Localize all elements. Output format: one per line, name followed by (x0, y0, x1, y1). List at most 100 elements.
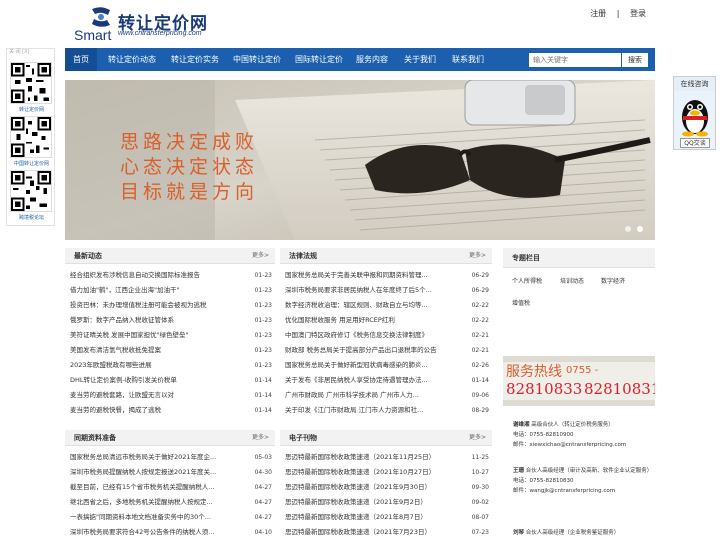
list-item[interactable]: 思迈特最新国际税收政策速递（2021年9月30日） 09-30 (280, 480, 492, 495)
list-item[interactable]: 广州市财政局 广州市科学技术局 广州市人力... 09-06 (280, 388, 492, 403)
contact-card: 刘琴 合伙人高级经理（企业税务鉴证服务） (513, 528, 653, 538)
qq-penguin-icon[interactable] (679, 93, 711, 137)
laws-panel-title: 法律法规 (289, 252, 317, 260)
list-item[interactable]: 俄罗斯：数字产品纳入税收征管体系 01-23 (65, 313, 275, 328)
list-item[interactable]: 美符证晴关税 发展中国家担忧"绿色壁垒" 01-23 (65, 328, 275, 343)
list-item[interactable]: 麦当劳的避税套路，让欧盟无言以对 01-14 (65, 388, 275, 403)
nav-tp-practice[interactable]: 转让定价实务 (171, 48, 219, 71)
contact-card: 王珊 合伙人高级经理（审计及高新、软件企业认定服务） 电话：0755-82810… (513, 466, 653, 496)
hotline-label: 服务热线 (506, 364, 562, 380)
nav-services[interactable]: 服务内容 (356, 48, 388, 71)
nav-intl-tp[interactable]: 国际转让定价 (295, 48, 343, 71)
banner-line-1: 思路决定成败 (120, 131, 259, 153)
hero-banner[interactable]: 思路决定成败 心态决定状态 目标就是方向 (65, 80, 655, 240)
list-item[interactable]: 深圳市税务局要求非居民纳税人在年度终了后5个... 06-29 (280, 283, 492, 298)
prep-panel-header: 同期资料准备 更多> (65, 430, 275, 446)
list-item[interactable]: 深圳市税务局要求符合42号公告条件的纳税人须... 04-10 (65, 525, 275, 540)
qr-panel-close[interactable]: 关 闭 [X] (9, 48, 30, 55)
list-item[interactable]: 思迈特最新国际税收政策速递（2021年10月27日） 10-27 (280, 465, 492, 480)
nav-contact[interactable]: 联系我们 (452, 48, 484, 71)
qr-code-1 (10, 62, 52, 104)
top-links-separator: | (616, 9, 620, 18)
qr-panel: 关 闭 [X] 转让定价网 中国转让定价网 跨境税论坛 (6, 48, 55, 226)
list-item[interactable]: 优化国际税收服务 用足用好RCEP红利 02-22 (280, 313, 492, 328)
qq-chat-button[interactable]: QQ交谈 (680, 138, 710, 148)
banner-dot-1[interactable] (625, 226, 631, 232)
news-panel-header: 最新动态 更多> (65, 248, 275, 264)
list-item[interactable]: 借力加油"鹤"，江西企业出海"加油干" 01-23 (65, 283, 275, 298)
list-item[interactable]: 美国发布清洁氢气税收抵免提案 01-23 (65, 343, 275, 358)
list-item[interactable]: 麦当劳的避税快餐，揭成了逃税 01-14 (65, 403, 275, 418)
list-item[interactable]: 思迈特最新国际税收政策速递（2021年9月2日） 09-02 (280, 495, 492, 510)
list-item[interactable]: 财政部 税务总局关于提高部分产品出口退税率的公告 02-21 (280, 343, 492, 358)
list-item[interactable]: 国家税务总局关于做好新型冠状病毒感染的肺炎... 02-26 (280, 358, 492, 373)
nav-china-tp[interactable]: 中国转让定价 (233, 48, 281, 71)
login-link[interactable]: 登录 (630, 9, 646, 18)
hotline-number-1: 82810833 (506, 380, 583, 398)
list-item[interactable]: 数字经济税收治理：辖区规则、财政自立与均等... 02-22 (280, 298, 492, 313)
search-button[interactable]: 搜索 (622, 53, 648, 67)
topic-tag-vat[interactable]: 增值税 (508, 297, 534, 311)
ejournal-more-link[interactable]: 更多> (469, 430, 486, 446)
list-item[interactable]: 国家税务总局清远市税务局关于做好2021年度企... 05-03 (65, 450, 275, 465)
online-consult-title: 在线咨询 (674, 77, 715, 91)
list-item[interactable]: 思迈特最新国际税收政策速递（2021年8月7日） 08-07 (280, 510, 492, 525)
qr-caption-1: 转让定价网 (18, 107, 44, 113)
laws-more-link[interactable]: 更多> (469, 248, 486, 264)
list-item[interactable]: 一表搞掂"同期资料本地文档准备实务中的30个... 04-27 (65, 510, 275, 525)
list-item[interactable]: 关于印发《江门市财政局 江门市人力资源和社... 08-29 (280, 403, 492, 418)
contact-email: 邮件：wangjk@cntransferpricing.com (513, 488, 616, 494)
online-consult: 在线咨询 QQ交谈 (673, 76, 716, 150)
nav-home[interactable]: 首页 (65, 48, 97, 71)
list-item[interactable]: DHL转让定价案例-收购引发关价税单 01-14 (65, 373, 275, 388)
list-item[interactable]: 投资巴林：未办理增值税注册可能会被视为逃税 01-23 (65, 298, 275, 313)
list-item[interactable]: 关于发布《非居民纳税人享受协定待遇管理办法... 01-14 (280, 373, 492, 388)
prep-more-link[interactable]: 更多> (252, 430, 269, 446)
contact-name: 刘琴 (513, 530, 525, 536)
topic-tag-digital[interactable]: 数字经济 (597, 275, 629, 289)
list-item[interactable]: 截至目前，已经有15个省市税务机关提醒纳税人... 04-27 (65, 480, 275, 495)
nav-tp-news[interactable]: 转让定价动态 (108, 48, 156, 71)
site-logo[interactable]: Smart 转让定价网 www.cntransferpricing.com (72, 6, 217, 43)
list-item[interactable]: 经合组织发布涉税信息自动交换国际标准报告 01-23 (65, 268, 275, 283)
register-link[interactable]: 注册 (590, 9, 606, 18)
list-item[interactable]: 中国澳门特区政府修订《税务信息交换法律制度》 02-21 (280, 328, 492, 343)
topic-tag-training[interactable]: 培训动态 (556, 275, 588, 289)
list-item[interactable]: 国家税务总局关于完善关联申报和同期资料管理... 06-29 (280, 268, 492, 283)
contact-name: 谢维湘 (513, 422, 530, 428)
qr-code-2 (10, 116, 52, 158)
contact-title: 合伙人高级经理（审计及高新、软件企业认定服务） (525, 468, 653, 474)
header: Smart 转让定价网 www.cntransferpricing.com 注册… (0, 0, 720, 44)
qr-code-3 (10, 170, 52, 212)
topic-tag-iit[interactable]: 个人所得税 (508, 275, 546, 289)
news-more-link[interactable]: 更多> (252, 248, 269, 264)
contact-phone: 电话：0755-82810830 (513, 478, 574, 484)
topics-panel-title: 专题栏目 (512, 254, 540, 262)
list-item[interactable]: 思迈特最新国际税收政策速递（2021年11月25日） 11-25 (280, 450, 492, 465)
main-nav: 首页 转让定价动态 转让定价实务 中国转让定价 国际转让定价 服务内容 关于我们… (65, 48, 655, 71)
list-item[interactable]: 深圳市税务局提醒纳税人按规定报送2021年度关... 04-30 (65, 465, 275, 480)
list-item[interactable]: 继北西省之后，多地税务机关提醒纳税人按规定... 04-27 (65, 495, 275, 510)
contact-title: 合伙人高级经理（企业税务鉴证服务） (525, 530, 620, 536)
hotline-area-code: 0755 - (566, 365, 599, 376)
list-item[interactable]: 思迈特最新国际税收政策速递（2021年7月23日） 07-23 (280, 525, 492, 540)
topics-panel-header: 专题栏目 (503, 248, 655, 268)
logo-mark-icon (92, 7, 110, 27)
banner-dot-2[interactable] (637, 226, 643, 232)
banner-line-2: 心态决定状态 (120, 156, 259, 178)
contact-name: 王珊 (513, 468, 525, 474)
ejournal-panel-title: 电子刊物 (289, 434, 317, 442)
contact-phone: 电话：0755-82810900 (513, 432, 574, 438)
contact-card: 谢维湘 高级合伙人（转让定价税务服务） 电话：0755-82810900 邮件：… (513, 420, 653, 450)
hotline-number-2: 82810831 (584, 380, 655, 398)
qr-caption-3: 跨境税论坛 (18, 215, 44, 221)
search-input[interactable] (529, 53, 621, 67)
logo-smart-text: Smart (74, 27, 112, 43)
contact-email: 邮件：xiewxichao@cntransferpricing.com (513, 442, 627, 448)
list-item[interactable]: 2023年欧盟税政有哪些进展 01-23 (65, 358, 275, 373)
banner-line-3: 目标就是方向 (120, 181, 259, 203)
ejournal-panel-header: 电子刊物 更多> (280, 430, 492, 446)
nav-about[interactable]: 关于我们 (404, 48, 436, 71)
top-links: 注册 | 登录 (586, 8, 650, 19)
prep-panel-title: 同期资料准备 (74, 434, 116, 442)
